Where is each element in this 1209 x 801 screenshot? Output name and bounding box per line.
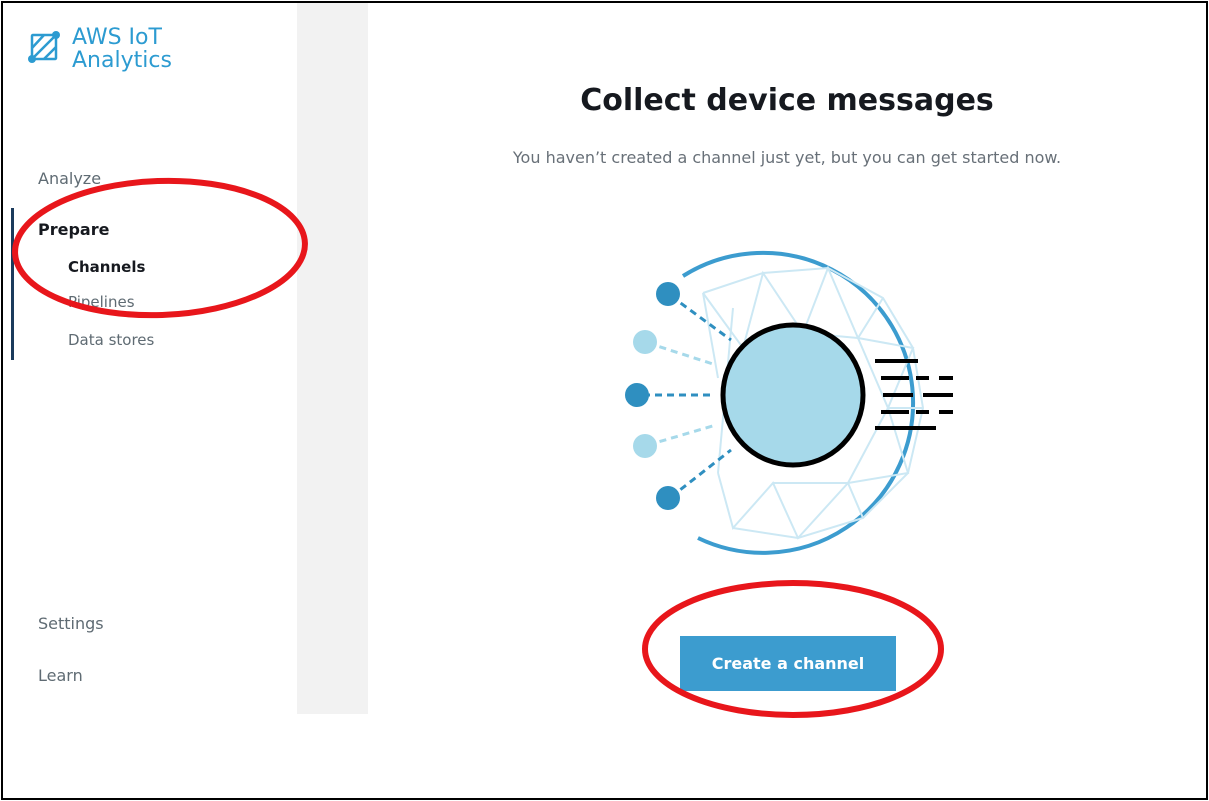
app-logo[interactable]: AWS IoT Analytics bbox=[26, 26, 172, 72]
device-dot-2 bbox=[633, 330, 657, 354]
main-content: Collect device messages You haven’t crea… bbox=[368, 3, 1206, 714]
sidebar-item-pipelines[interactable]: Pipelines bbox=[68, 293, 135, 311]
sidebar: AWS IoT Analytics Analyze Prepare Channe… bbox=[3, 3, 297, 714]
device-dot-5 bbox=[656, 486, 680, 510]
sidebar-item-prepare[interactable]: Prepare bbox=[38, 220, 109, 239]
iot-analytics-logo-icon bbox=[28, 31, 60, 63]
sidebar-item-settings[interactable]: Settings bbox=[38, 614, 104, 633]
screenshot-frame: AWS IoT Analytics Analyze Prepare Channe… bbox=[1, 1, 1208, 800]
app-name-line2: Analytics bbox=[72, 48, 172, 73]
sidebar-item-channels[interactable]: Channels bbox=[68, 258, 145, 276]
sidebar-item-learn[interactable]: Learn bbox=[38, 666, 83, 685]
sidebar-item-analyze[interactable]: Analyze bbox=[38, 169, 101, 188]
device-dot-1 bbox=[656, 282, 680, 306]
sidebar-gutter bbox=[297, 3, 368, 714]
app-name: AWS IoT Analytics bbox=[72, 26, 172, 72]
active-section-indicator bbox=[11, 208, 14, 360]
device-dot-3 bbox=[625, 383, 649, 407]
page-subtitle: You haven’t created a channel just yet, … bbox=[512, 148, 1062, 167]
app-name-line1: AWS IoT bbox=[72, 25, 162, 50]
device-dot-4 bbox=[633, 434, 657, 458]
create-channel-button[interactable]: Create a channel bbox=[680, 636, 896, 691]
page-title: Collect device messages bbox=[580, 83, 994, 118]
channel-sphere-icon bbox=[720, 322, 866, 468]
device-messages-illustration bbox=[625, 250, 953, 555]
sidebar-item-data-stores[interactable]: Data stores bbox=[68, 331, 154, 349]
